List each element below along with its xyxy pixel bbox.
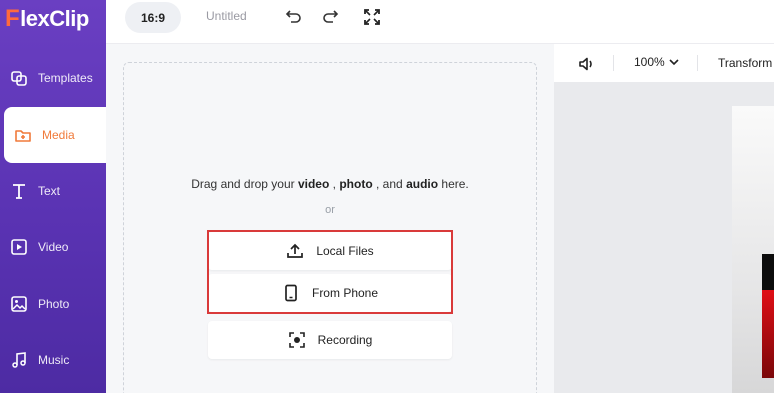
from-phone-label: From Phone [311, 286, 379, 300]
video-icon [10, 238, 28, 256]
sidebar-item-photo[interactable]: Photo [0, 276, 106, 332]
sidebar-item-label: Text [38, 184, 61, 198]
media-folder-icon [14, 126, 32, 144]
volume-icon[interactable] [578, 55, 596, 78]
drop-prefix-text: Drag and drop your [191, 177, 295, 191]
sidebar-item-media[interactable]: Media [4, 107, 106, 163]
top-toolbar: 16:9 Untitled [106, 0, 774, 44]
text-icon [10, 182, 28, 200]
sidebar-item-text[interactable]: Text [0, 163, 106, 219]
sidebar: FlexClip Templates Media Text Video Phot… [0, 0, 106, 393]
project-title[interactable]: Untitled [206, 9, 247, 23]
comma-text: , [332, 177, 336, 191]
sidebar-item-label: Photo [38, 297, 70, 311]
aspect-ratio-button[interactable]: 16:9 [125, 2, 181, 33]
local-files-label: Local Files [316, 244, 374, 258]
sidebar-item-label: Templates [38, 71, 93, 85]
sidebar-item-templates[interactable]: Templates [0, 50, 106, 106]
canvas-red-block [762, 290, 774, 378]
sidebar-item-video[interactable]: Video [0, 219, 106, 275]
or-separator: or [325, 204, 335, 216]
canvas-dark-block [762, 254, 774, 290]
preview-toolbar: 100% Transform [554, 44, 774, 82]
media-panel: Drag and drop your video , photo , and a… [106, 44, 554, 393]
audio-keyword: audio [406, 177, 439, 191]
undo-icon[interactable] [284, 7, 304, 27]
chevron-down-icon [669, 55, 679, 69]
recording-icon [288, 331, 306, 349]
logo-text: lexClip [20, 6, 89, 31]
photo-icon [10, 295, 28, 313]
sidebar-item-label: Media [42, 128, 75, 142]
from-phone-button[interactable]: From Phone [208, 274, 452, 312]
preview-area [554, 82, 774, 393]
templates-icon [10, 69, 28, 87]
video-keyword: video [297, 177, 330, 191]
zoom-level: 100% [634, 55, 665, 69]
drop-instructions: Drag and drop your video , photo , and a… [106, 177, 554, 191]
zoom-dropdown[interactable]: 100% [634, 55, 679, 69]
recording-label: Recording [317, 333, 373, 347]
sidebar-item-label: Music [38, 353, 70, 367]
upload-icon [286, 242, 304, 260]
toolbar-divider [697, 55, 698, 71]
toolbar-divider [613, 55, 614, 71]
logo-mark: F [5, 5, 20, 32]
photo-keyword: photo [339, 177, 373, 191]
and-text: , and [376, 177, 403, 191]
sidebar-item-music[interactable]: Music [0, 332, 106, 388]
video-canvas[interactable] [732, 106, 774, 393]
recording-button[interactable]: Recording [208, 321, 452, 359]
fullscreen-icon[interactable] [362, 7, 382, 27]
redo-icon[interactable] [320, 7, 340, 27]
music-icon [10, 351, 28, 369]
suffix-text: here. [441, 177, 469, 191]
phone-icon [282, 284, 300, 302]
flexclip-logo[interactable]: FlexClip [5, 4, 89, 34]
local-files-button[interactable]: Local Files [208, 232, 452, 270]
transform-button[interactable]: Transform [718, 56, 772, 70]
sidebar-item-label: Video [38, 240, 69, 254]
